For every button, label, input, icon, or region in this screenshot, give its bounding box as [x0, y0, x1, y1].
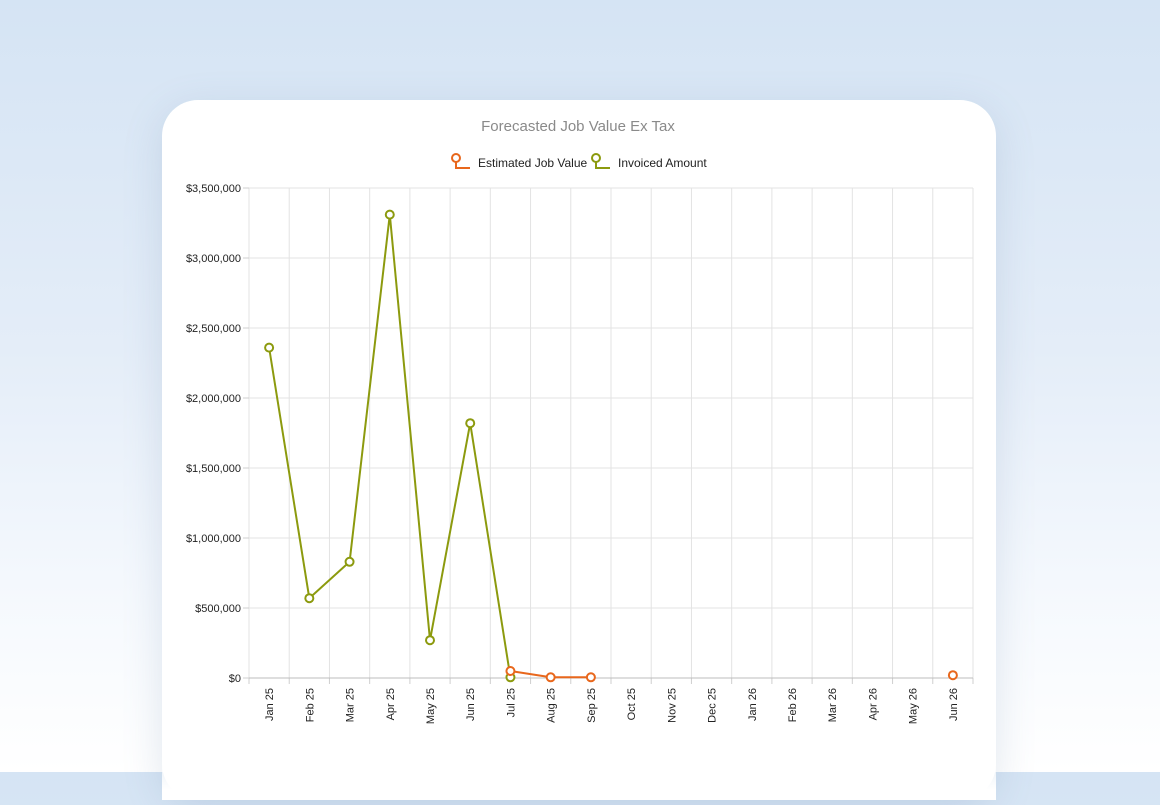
x-tick-label: Jan 25	[264, 688, 276, 721]
y-tick-label: $2,000,000	[186, 393, 241, 405]
x-tick-label: Dec 25	[707, 688, 719, 723]
x-tick-label: Apr 25	[385, 688, 397, 720]
y-tick-label: $3,000,000	[186, 253, 241, 265]
x-tick-label: Feb 26	[787, 688, 799, 722]
data-point	[505, 666, 516, 676]
x-tick-label: Aug 25	[546, 688, 558, 723]
x-tick-label: May 26	[908, 688, 920, 724]
data-point	[947, 670, 958, 681]
y-tick-label: $0	[229, 673, 241, 685]
bottom-fade	[162, 730, 996, 800]
y-tick-label: $500,000	[195, 603, 241, 615]
y-tick-label: $1,500,000	[186, 463, 241, 475]
x-tick-label: Feb 25	[304, 688, 316, 722]
line-chart: Forecasted Job Value Ex Tax Estimated Jo…	[186, 118, 974, 724]
y-axis: $0 $500,000 $1,000,000 $1,500,000 $2,000,000…	[186, 183, 249, 685]
x-tick-label: Jun 26	[948, 688, 960, 721]
x-tick-label: Sep 25	[586, 688, 598, 723]
data-point	[344, 556, 355, 567]
chart-card: Forecasted Job Value Ex Tax Estimated Jo…	[162, 100, 996, 800]
x-tick-label: Jul 25	[505, 688, 517, 717]
data-point	[384, 209, 395, 220]
x-axis: Jan 25 Feb 25 Mar 25 Apr 25 May 25 Jun 25 Jul …	[248, 677, 974, 724]
chart-title: Forecasted Job Value Ex Tax	[481, 118, 675, 135]
x-tick-label: Mar 25	[345, 688, 357, 722]
data-point	[545, 672, 556, 683]
y-tick-label: $2,500,000	[186, 323, 241, 335]
x-tick-label: Apr 26	[867, 688, 879, 720]
data-point	[304, 593, 315, 604]
data-point	[264, 342, 275, 353]
x-tick-label: Mar 26	[827, 688, 839, 722]
x-tick-label: Jun 25	[465, 688, 477, 721]
x-tick-label: Jan 26	[747, 688, 759, 721]
x-tick-label: May 25	[425, 688, 437, 724]
chart-legend: Estimated Job Value Invoiced Amount	[451, 153, 707, 170]
y-tick-label: $3,500,000	[186, 183, 241, 195]
y-tick-label: $1,000,000	[186, 533, 241, 545]
data-point	[465, 418, 476, 429]
chart-grid	[248, 187, 974, 679]
legend-marker	[591, 153, 601, 163]
legend-label: Estimated Job Value	[478, 156, 587, 170]
legend-item: Estimated Job Value	[451, 153, 587, 170]
data-point	[425, 635, 435, 646]
legend-item: Invoiced Amount	[591, 153, 707, 170]
data-point	[585, 672, 596, 683]
legend-marker	[451, 153, 461, 163]
x-tick-label: Nov 25	[666, 688, 678, 723]
x-tick-label: Oct 25	[626, 688, 638, 720]
legend-label: Invoiced Amount	[618, 156, 707, 170]
